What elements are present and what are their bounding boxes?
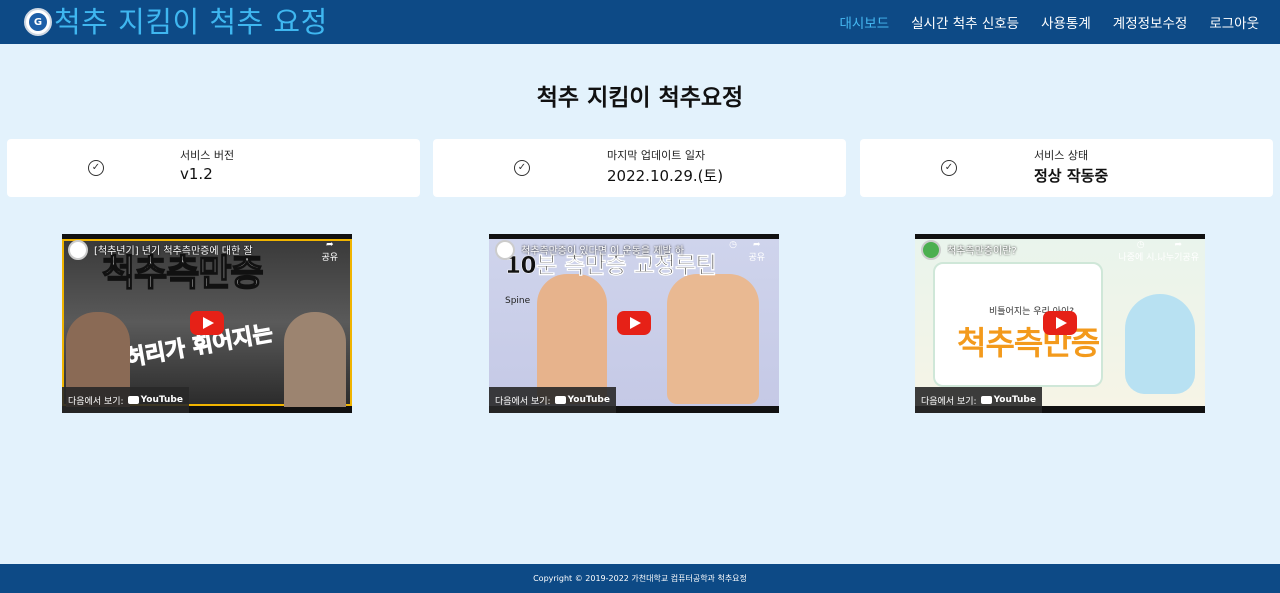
card-value: 정상 작동중 [1034, 167, 1109, 185]
check-circle-icon: ✓ [88, 160, 104, 176]
info-card-version: ✓ 서비스 버전 v1.2 [7, 139, 420, 197]
watch-on-label: 다음에서 보기: [921, 396, 977, 407]
university-seal-icon: G [24, 8, 52, 36]
video-title[interactable]: 척추측만증이란? [947, 242, 1127, 257]
watch-later-button[interactable]: ◷ 나중에 시... [1118, 240, 1163, 263]
video-subline: Spine [505, 296, 531, 306]
play-button[interactable] [190, 311, 224, 335]
play-button[interactable] [1043, 311, 1077, 335]
share-icon: ➦ [1174, 240, 1183, 250]
brand[interactable]: G 척추 지킴이 척추 요정 [24, 0, 328, 44]
share-button[interactable]: ➦ 공유 [748, 240, 765, 263]
watch-on-label: 다음에서 보기: [495, 396, 551, 407]
share-button[interactable]: ➦ 공유 [321, 240, 338, 263]
youtube-logo-icon: YouTube [554, 395, 610, 405]
share-button[interactable]: ➦ 나누기공유 [1158, 240, 1199, 263]
person-figure [284, 312, 346, 407]
share-icon: ➦ [752, 240, 761, 250]
share-icon: ➦ [325, 240, 334, 250]
play-icon [1056, 317, 1067, 329]
watch-on-youtube-bar[interactable]: 다음에서 보기: YouTube [62, 387, 189, 413]
nav-item-realtime-signal[interactable]: 실시간 척추 신호등 [911, 12, 1019, 32]
page-title: 척추 지킴이 척추요정 [536, 85, 744, 111]
channel-avatar[interactable] [68, 240, 88, 260]
info-card-last-update: ✓ 마지막 업데이트 일자 2022.10.29.(토) [433, 139, 846, 197]
footer: Copyright © 2019-2022 가천대학교 컴퓨터공학과 척추요정 [0, 564, 1280, 593]
watch-on-youtube-bar[interactable]: 다음에서 보기: YouTube [489, 387, 616, 413]
watch-on-label: 다음에서 보기: [68, 396, 124, 407]
check-circle-icon: ✓ [941, 160, 957, 176]
check-circle-icon: ✓ [514, 160, 530, 176]
back-figure [537, 274, 607, 404]
play-button[interactable] [617, 311, 651, 335]
play-icon [203, 317, 214, 329]
top-navbar: G 척추 지킴이 척추 요정 대시보드 실시간 척추 신호등 사용통계 계정정보… [0, 0, 1280, 44]
channel-avatar[interactable] [921, 240, 941, 260]
nav-item-account-edit[interactable]: 계정정보수정 [1113, 12, 1188, 32]
watch-on-youtube-bar[interactable]: 다음에서 보기: YouTube [915, 387, 1042, 413]
youtube-logo-icon: YouTube [127, 395, 183, 405]
channel-avatar[interactable] [495, 240, 515, 260]
play-icon [630, 317, 641, 329]
video-embed-1[interactable]: 척추측만증 허리가 휘어지는 [척추년기] 년기 척추측만증에 대한 잘 ➦ 공유… [62, 234, 352, 413]
video-headline: 척추측만증 [957, 324, 1100, 362]
card-label: 서비스 상태 [1034, 149, 1089, 162]
card-value: v1.2 [180, 165, 213, 183]
youtube-logo-icon: YouTube [980, 395, 1036, 405]
card-value: 2022.10.29.(토) [607, 167, 724, 185]
nav-item-logout[interactable]: 로그아웃 [1209, 12, 1259, 32]
video-embed-2[interactable]: 10분 측만증 교정루틴 Spine 척추측만증이 있다면 이 운동을 제발 하… [489, 234, 779, 413]
video-embed-3[interactable]: 비틀어지는 우리 아이? 척추측만증 척추측만증이란? ◷ 나중에 시... ➦ 나… [915, 234, 1205, 413]
clock-icon: ◷ [1136, 240, 1145, 250]
nav-menu: 대시보드 실시간 척추 신호등 사용통계 계정정보수정 로그아웃 [828, 0, 1270, 44]
info-card-service-status: ✓ 서비스 상태 정상 작동중 [860, 139, 1273, 197]
video-title[interactable]: [척추년기] 년기 척추측만증에 대한 잘 [94, 242, 274, 257]
video-title[interactable]: 척추측만증이 있다면 이 운동을 제발 하 [521, 242, 701, 257]
mascot-illustration [1125, 294, 1195, 394]
nav-item-dashboard[interactable]: 대시보드 [839, 12, 889, 32]
watch-later-button[interactable]: ◷ [729, 240, 737, 250]
card-label: 마지막 업데이트 일자 [607, 149, 706, 162]
nav-item-usage-stats[interactable]: 사용통계 [1041, 12, 1091, 32]
footer-copyright: Copyright © 2019-2022 가천대학교 컴퓨터공학과 척추요정 [533, 574, 747, 583]
clock-icon: ◷ [729, 240, 737, 250]
back-figure [667, 274, 759, 404]
card-label: 서비스 버전 [180, 149, 235, 162]
brand-title[interactable]: 척추 지킴이 척추 요정 [54, 0, 328, 44]
